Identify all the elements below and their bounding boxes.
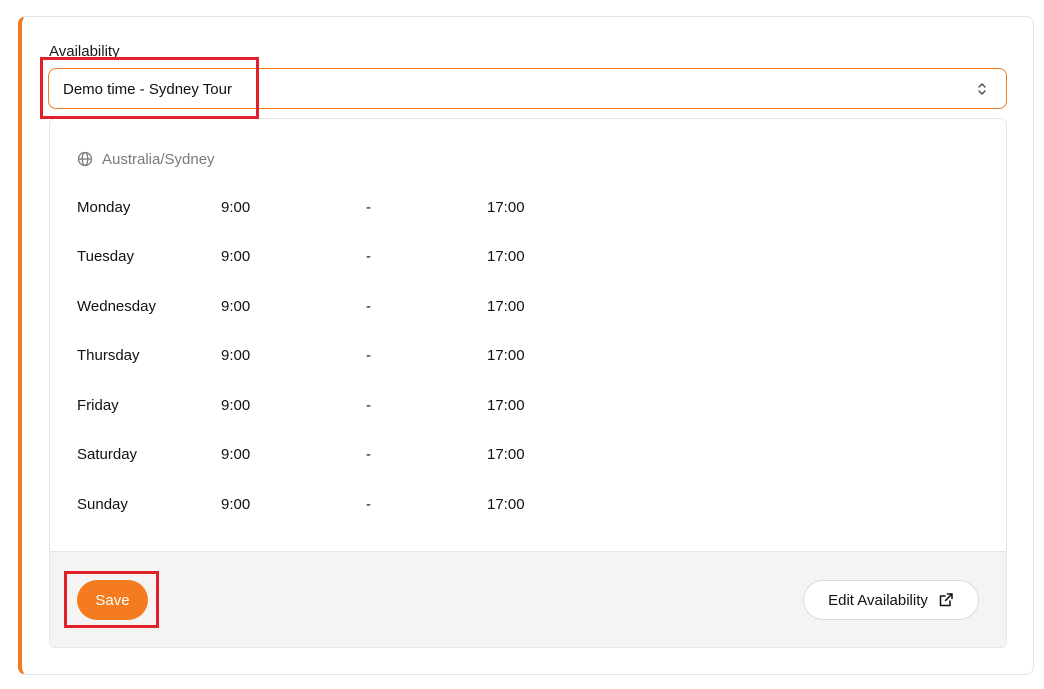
schedule-row-tuesday: Tuesday 9:00 - 17:00 [50, 248, 650, 270]
start-time: 9:00 [221, 347, 251, 364]
schedule-row-thursday: Thursday 9:00 - 17:00 [50, 347, 650, 369]
day-name: Friday [77, 397, 119, 414]
availability-select[interactable]: Demo time - Sydney Tour [48, 68, 1007, 109]
day-name: Tuesday [77, 248, 134, 265]
day-name: Wednesday [77, 298, 156, 315]
external-link-icon [939, 593, 953, 607]
edit-availability-label: Edit Availability [828, 591, 928, 609]
save-button[interactable]: Save [77, 580, 148, 620]
start-time: 9:00 [221, 199, 251, 216]
panel-footer: Save Edit Availability [50, 551, 1006, 647]
time-separator: - [366, 298, 371, 315]
availability-label: Availability [49, 43, 120, 60]
end-time: 17:00 [487, 199, 525, 216]
schedule-panel: Australia/Sydney Monday 9:00 - 17:00 Tue… [49, 118, 1007, 648]
schedule-row-sunday: Sunday 9:00 - 17:00 [50, 496, 650, 518]
day-name: Sunday [77, 496, 128, 513]
schedule-row-saturday: Saturday 9:00 - 17:00 [50, 446, 650, 468]
globe-icon [77, 151, 93, 167]
schedule-row-friday: Friday 9:00 - 17:00 [50, 397, 650, 419]
start-time: 9:00 [221, 248, 251, 265]
timezone: Australia/Sydney [77, 149, 215, 169]
edit-availability-button[interactable]: Edit Availability [803, 580, 979, 620]
schedule-row-wednesday: Wednesday 9:00 - 17:00 [50, 298, 650, 320]
end-time: 17:00 [487, 496, 525, 513]
chevron-up-down-icon [978, 83, 986, 95]
time-separator: - [366, 347, 371, 364]
time-separator: - [366, 496, 371, 513]
end-time: 17:00 [487, 446, 525, 463]
end-time: 17:00 [487, 248, 525, 265]
availability-selected-value: Demo time - Sydney Tour [63, 81, 232, 98]
time-separator: - [366, 397, 371, 414]
schedule-row-monday: Monday 9:00 - 17:00 [50, 199, 650, 221]
day-name: Saturday [77, 446, 138, 463]
day-name: Thursday [77, 347, 140, 364]
end-time: 17:00 [487, 397, 525, 414]
timezone-label: Australia/Sydney [102, 150, 215, 168]
start-time: 9:00 [221, 298, 251, 315]
day-name: Monday [77, 199, 131, 216]
start-time: 9:00 [221, 397, 251, 414]
time-separator: - [366, 446, 371, 463]
end-time: 17:00 [487, 347, 525, 364]
start-time: 9:00 [221, 496, 251, 513]
time-separator: - [366, 199, 371, 216]
start-time: 9:00 [221, 446, 251, 463]
time-separator: - [366, 248, 371, 265]
end-time: 17:00 [487, 298, 525, 315]
